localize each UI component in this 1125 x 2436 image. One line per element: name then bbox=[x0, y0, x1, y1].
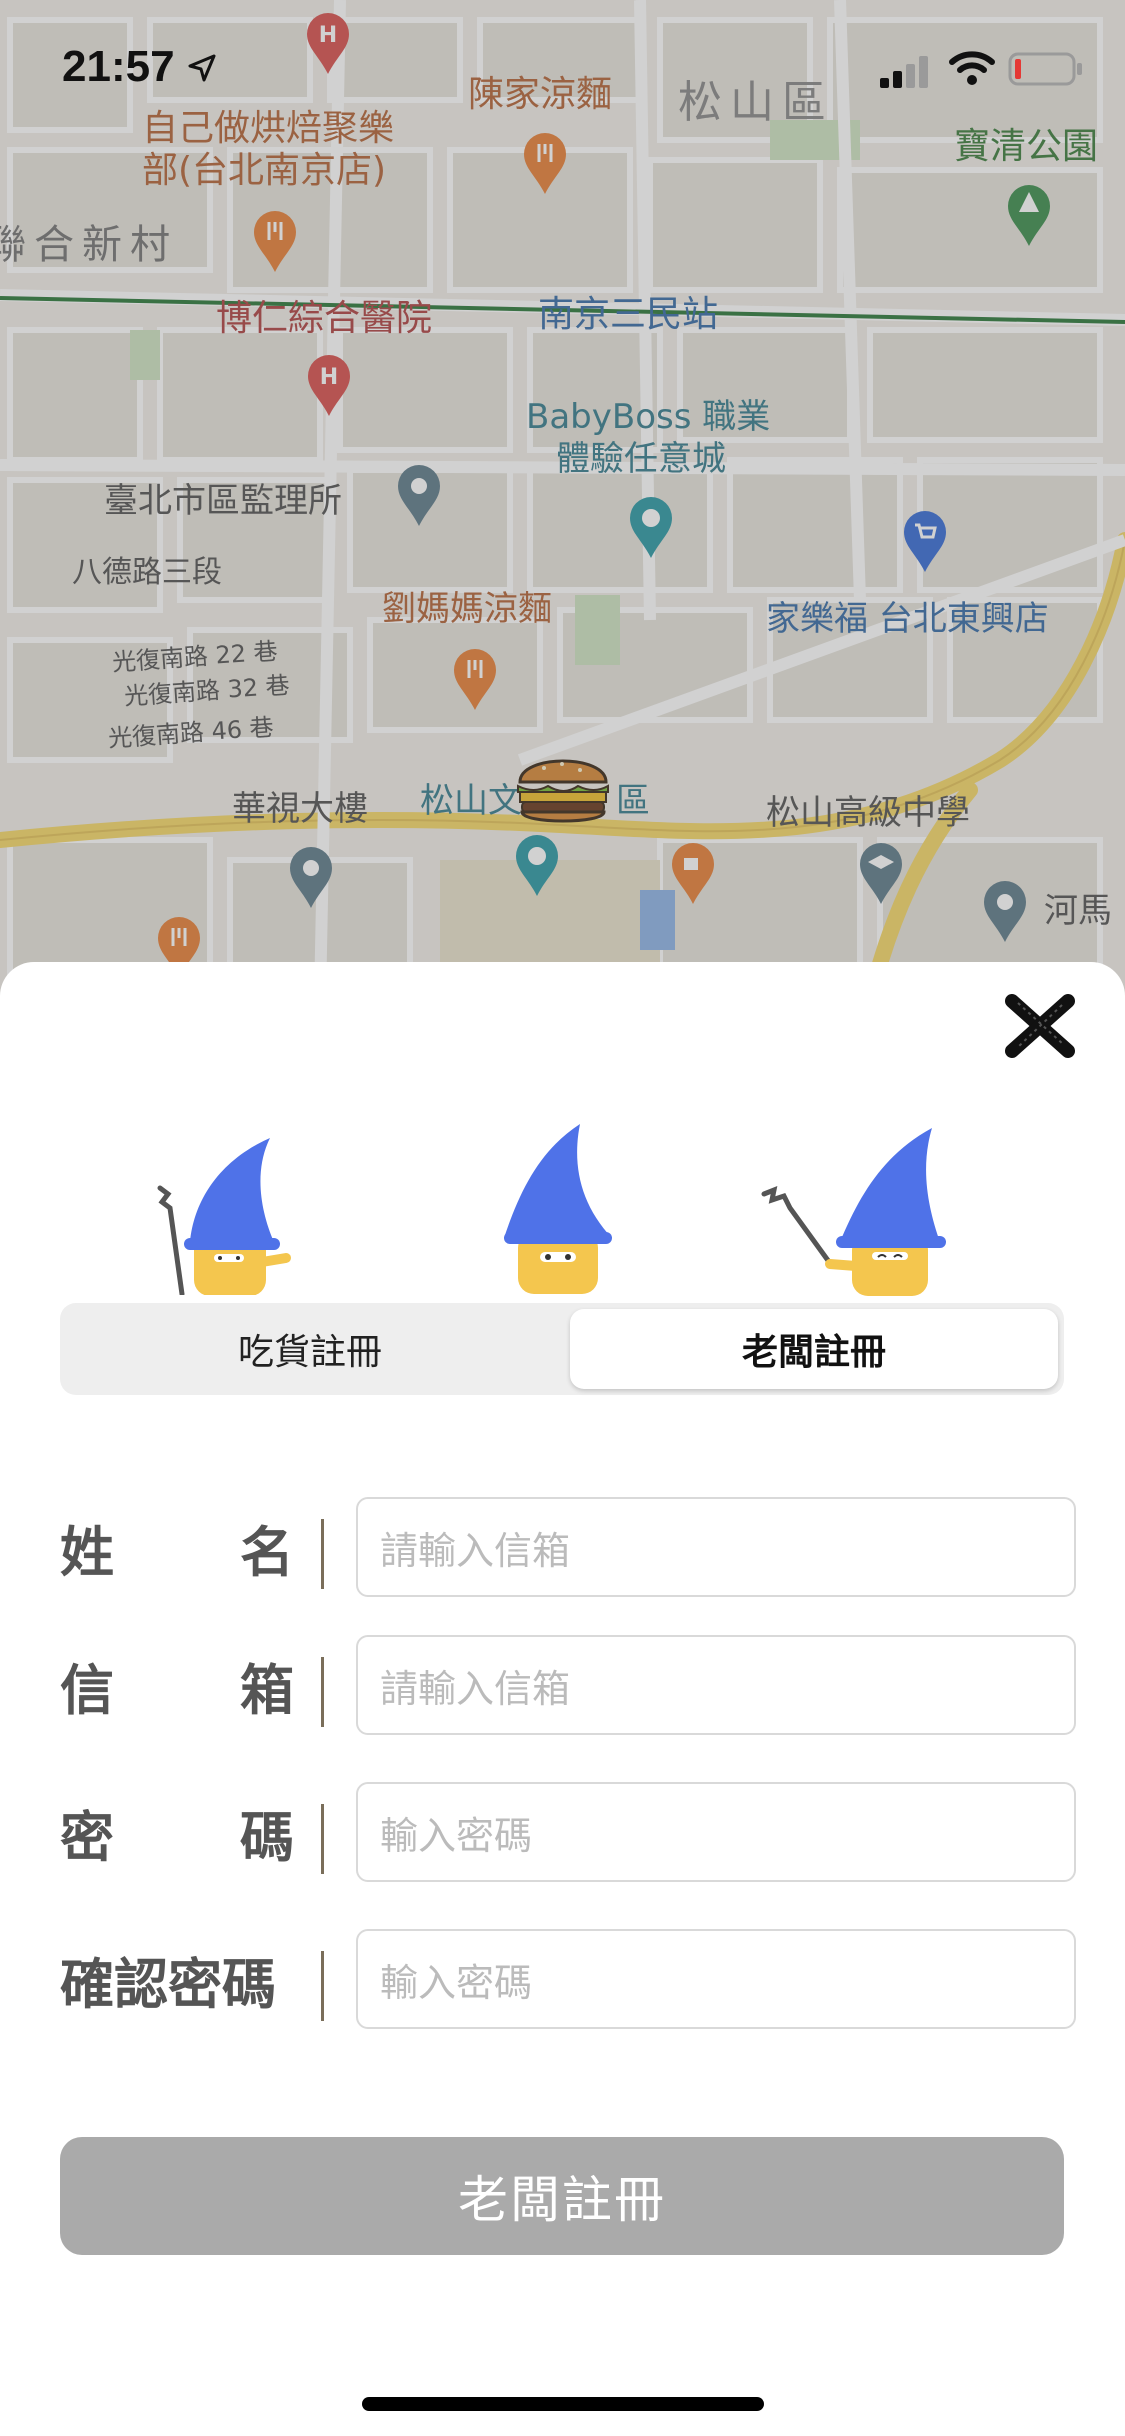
email-row: 信 箱 請輸入信箱 bbox=[60, 1635, 1076, 1735]
name-input[interactable]: 請輸入信箱 bbox=[356, 1497, 1076, 1597]
map-overlay bbox=[0, 0, 1125, 1000]
confirm-password-input-placeholder: 輸入密碼 bbox=[380, 1960, 533, 2005]
tab-owner-register[interactable]: 老闆註冊 bbox=[570, 1309, 1058, 1389]
name-label: 姓 名 bbox=[60, 1497, 296, 1597]
email-label-part: 箱 bbox=[240, 1658, 296, 1722]
email-label: 信 箱 bbox=[60, 1635, 296, 1735]
wifi-icon bbox=[949, 51, 995, 85]
status-time: 21:57 bbox=[62, 42, 175, 91]
home-indicator bbox=[362, 2397, 764, 2411]
label-divider bbox=[321, 1519, 324, 1589]
label-divider bbox=[321, 1804, 324, 1874]
status-bar: 21:57 bbox=[0, 0, 1125, 140]
name-input-placeholder: 請輸入信箱 bbox=[380, 1528, 571, 1573]
email-input[interactable]: 請輸入信箱 bbox=[356, 1635, 1076, 1735]
label-divider bbox=[321, 1951, 324, 2021]
name-label-part: 名 bbox=[240, 1520, 296, 1584]
password-input-placeholder: 輸入密碼 bbox=[380, 1813, 533, 1858]
confirm-password-input[interactable]: 輸入密碼 bbox=[356, 1929, 1076, 2029]
name-row: 姓 名 請輸入信箱 bbox=[60, 1497, 1076, 1597]
map-background[interactable]: 陳家涼麵 松山區 自己做烘焙聚樂 部(台北南京店) 寶清公園 聯合新村 博仁綜合… bbox=[0, 0, 1125, 1000]
password-label: 密 碼 bbox=[60, 1782, 296, 1882]
confirm-password-row: 確認密碼 輸入密碼 bbox=[60, 1929, 1076, 2029]
location-arrow-icon bbox=[188, 54, 216, 82]
confirm-password-label: 確認密碼 bbox=[60, 1952, 276, 2016]
password-row: 密 碼 輸入密碼 bbox=[60, 1782, 1076, 1882]
wizard-left-image bbox=[157, 1138, 291, 1295]
password-input[interactable]: 輸入密碼 bbox=[356, 1782, 1076, 1882]
wizard-right-image bbox=[761, 1128, 946, 1296]
password-label-part: 密 bbox=[60, 1805, 116, 1869]
battery-icon bbox=[1008, 52, 1082, 86]
wizard-center-image bbox=[504, 1124, 612, 1294]
email-label-part: 信 bbox=[60, 1658, 116, 1722]
password-label-part: 碼 bbox=[240, 1805, 296, 1869]
register-type-segment: 吃貨註冊 老闆註冊 bbox=[60, 1303, 1064, 1395]
tab-foodie-register[interactable]: 吃貨註冊 bbox=[60, 1309, 560, 1389]
name-label-part: 姓 bbox=[60, 1520, 116, 1584]
cellular-signal-icon bbox=[880, 56, 928, 88]
label-divider bbox=[321, 1657, 324, 1727]
owner-register-submit-button[interactable]: 老闆註冊 bbox=[60, 2137, 1064, 2255]
email-input-placeholder: 請輸入信箱 bbox=[380, 1666, 571, 1711]
close-icon[interactable] bbox=[1000, 991, 1080, 1061]
